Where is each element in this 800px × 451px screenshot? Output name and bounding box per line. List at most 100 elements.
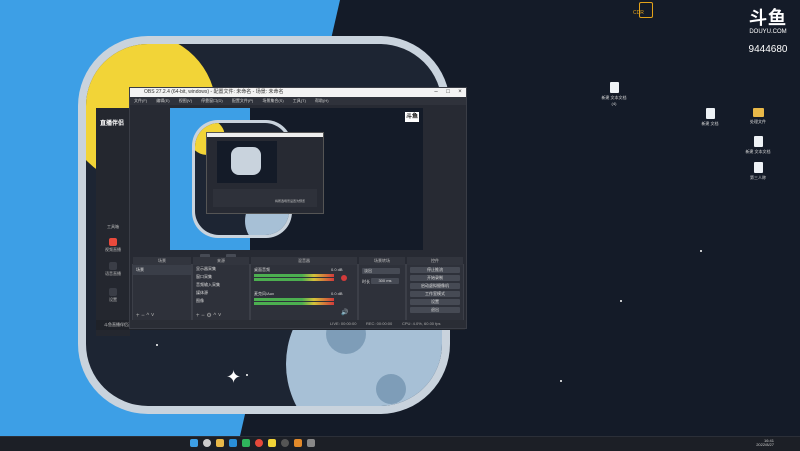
audio-meter	[254, 298, 334, 301]
moon-crater	[376, 374, 406, 404]
nested-docks	[213, 189, 317, 207]
controls-dock-title: 控件	[407, 257, 463, 265]
obs-title-bar[interactable]: OBS 27.2.4 (64-bit, windows) - 配置文件: 未命名…	[130, 88, 466, 97]
scenes-dock: 场景 场景 + − ^ ˅	[132, 257, 192, 322]
desktop-icon-file-4[interactable]: 第三人称	[743, 162, 773, 181]
studio-mode-toggle[interactable]: 工作室模式	[410, 291, 460, 297]
file-icon	[753, 136, 763, 147]
desktop-icon-folder-1[interactable]: 处理文件	[743, 108, 773, 125]
transitions-dock-title: 场景转场	[359, 257, 405, 265]
file-icon	[705, 108, 715, 119]
status-cpu: CPU: 4.0%, 60.00 fps	[402, 321, 441, 326]
nested-preview	[217, 141, 277, 183]
transitions-dock: 场景转场 淡出 时长 300 ms	[358, 257, 406, 322]
file-explorer-icon[interactable]	[216, 439, 224, 447]
search-icon[interactable]	[203, 439, 211, 447]
audio-meter	[254, 278, 334, 281]
speaker-icon[interactable]: 🔊	[341, 309, 348, 316]
obs-menu-bar: 文件(F) 编辑(E) 视图(V) 停靠窗口(D) 配置文件(P) 场景集合(S…	[130, 97, 466, 105]
sparkle-star-icon: ✦	[226, 367, 242, 387]
stop-streaming-button[interactable]: 停止推流	[410, 267, 460, 273]
minimize-button[interactable]: –	[430, 88, 442, 97]
mixer-dock: 混音器 桌面音频 0.0 dB 麦克风/Aux 0.0 dB 🔊	[250, 257, 358, 322]
menu-view[interactable]: 视图(V)	[179, 98, 192, 103]
source-item[interactable]: 媒体源	[193, 289, 249, 297]
mic-icon	[109, 262, 117, 270]
source-controls[interactable]: + − ⚙ ^ ˅	[196, 312, 221, 319]
scene-item[interactable]: 场景	[133, 265, 191, 275]
preview-douyu-logo: 斗鱼	[405, 112, 419, 122]
controls-dock: 控件 停止推流 开始录制 启动虚拟摄像机 工作室模式 设置 退出	[406, 257, 464, 322]
menu-profile[interactable]: 配置文件(P)	[232, 98, 253, 103]
nested-title-bar	[207, 133, 323, 137]
mute-icon[interactable]	[341, 275, 347, 281]
settings-button[interactable]: 设置	[410, 299, 460, 305]
star-dot	[156, 344, 158, 346]
menu-scene-collection[interactable]: 场景集合(S)	[262, 98, 283, 103]
star-dot	[700, 250, 702, 252]
video-icon	[109, 238, 117, 246]
tool-nav-voice-live[interactable]: 语音直播	[96, 262, 130, 277]
close-button[interactable]: ×	[454, 88, 466, 97]
tool-nav-toolbox[interactable]: 工具箱	[96, 224, 130, 230]
audio-meter	[254, 302, 334, 305]
windows-start-icon[interactable]	[190, 439, 198, 447]
menu-file[interactable]: 文件(F)	[134, 98, 147, 103]
menu-edit[interactable]: 编辑(E)	[156, 98, 169, 103]
chrome-icon[interactable]	[255, 439, 263, 447]
mixer-dock-title: 混音器	[251, 257, 357, 265]
desktop-icon-file-1[interactable]: 新建 文本文档 (4)	[599, 82, 629, 106]
douyu-taskbar-icon[interactable]	[294, 439, 302, 447]
duration-input[interactable]: 300 ms	[371, 278, 399, 284]
douyu-watermark: 斗鱼 DOUYU.COM 9444680	[744, 8, 792, 56]
preview-nested-obs: 将所选场景设置为预览	[206, 132, 324, 214]
tool-nav-video-live[interactable]: 视频直播	[96, 238, 130, 253]
source-item[interactable]: 图像	[193, 297, 249, 305]
audio-meter	[254, 274, 334, 277]
cdr-app-label: CDR	[633, 10, 644, 16]
nested-frame	[231, 147, 261, 175]
exit-button[interactable]: 退出	[410, 307, 460, 313]
file-icon	[609, 82, 619, 93]
obs-title-text: OBS 27.2.4 (64-bit, windows) - 配置文件: 未命名…	[144, 89, 284, 95]
virtual-camera-button[interactable]: 启动虚拟摄像机	[410, 283, 460, 289]
source-item[interactable]: 音频输入采集	[193, 281, 249, 289]
sources-dock-title: 来源	[193, 257, 249, 265]
tray-date: 2022/8/27	[756, 442, 774, 447]
qq-icon[interactable]	[268, 439, 276, 447]
live-tool-brand: 直播伴侣	[100, 121, 125, 127]
source-item[interactable]: 窗口采集	[193, 273, 249, 281]
edge-icon[interactable]	[229, 439, 237, 447]
wechat-icon[interactable]	[242, 439, 250, 447]
mixer-channel-level: 0.0 dB	[331, 291, 343, 296]
source-item[interactable]: 显示器采集	[193, 265, 249, 273]
transition-type-select[interactable]: 淡出	[362, 268, 400, 274]
desktop-icon-file-2[interactable]: 新建 文档	[695, 108, 725, 127]
star-dot	[246, 374, 248, 376]
douyu-logo: 斗鱼	[749, 8, 787, 28]
star-dot	[620, 300, 622, 302]
start-recording-button[interactable]: 开始录制	[410, 275, 460, 281]
scene-add-remove-controls[interactable]: + − ^ ˅	[136, 313, 154, 319]
obs-preview[interactable]: 将所选场景设置为预览 斗鱼	[170, 108, 423, 250]
menu-docks[interactable]: 停靠窗口(D)	[201, 98, 223, 103]
douyu-site: DOUYU.COM	[749, 29, 787, 35]
folder-icon	[752, 108, 764, 117]
preview-caption: 将所选场景设置为预览	[275, 199, 306, 203]
file-icon	[753, 162, 763, 173]
sources-dock: 来源 显示器采集 窗口采集 音频输入采集 媒体源 图像 + − ⚙ ^ ˅	[192, 257, 250, 322]
maximize-button[interactable]: □	[442, 88, 454, 97]
settings-taskbar-icon[interactable]	[307, 439, 315, 447]
duration-label: 时长	[362, 279, 370, 284]
menu-tools[interactable]: 工具(T)	[293, 98, 306, 103]
tool-nav-settings[interactable]: 设置	[96, 288, 130, 303]
mixer-channel-level: 0.0 dB	[331, 267, 343, 272]
mixer-channel-label: 桌面音频	[254, 267, 270, 272]
obs-taskbar-icon[interactable]	[281, 439, 289, 447]
system-tray-clock[interactable]: 16:41 2022/8/27	[756, 439, 774, 447]
obs-status-bar: LIVE: 00:00:00 REC: 00:00:00 CPU: 4.0%, …	[130, 320, 466, 328]
taskbar	[0, 436, 800, 451]
star-dot	[560, 380, 562, 382]
menu-help[interactable]: 帮助(H)	[315, 98, 329, 103]
desktop-icon-file-3[interactable]: 新建 文本文档	[743, 136, 773, 155]
